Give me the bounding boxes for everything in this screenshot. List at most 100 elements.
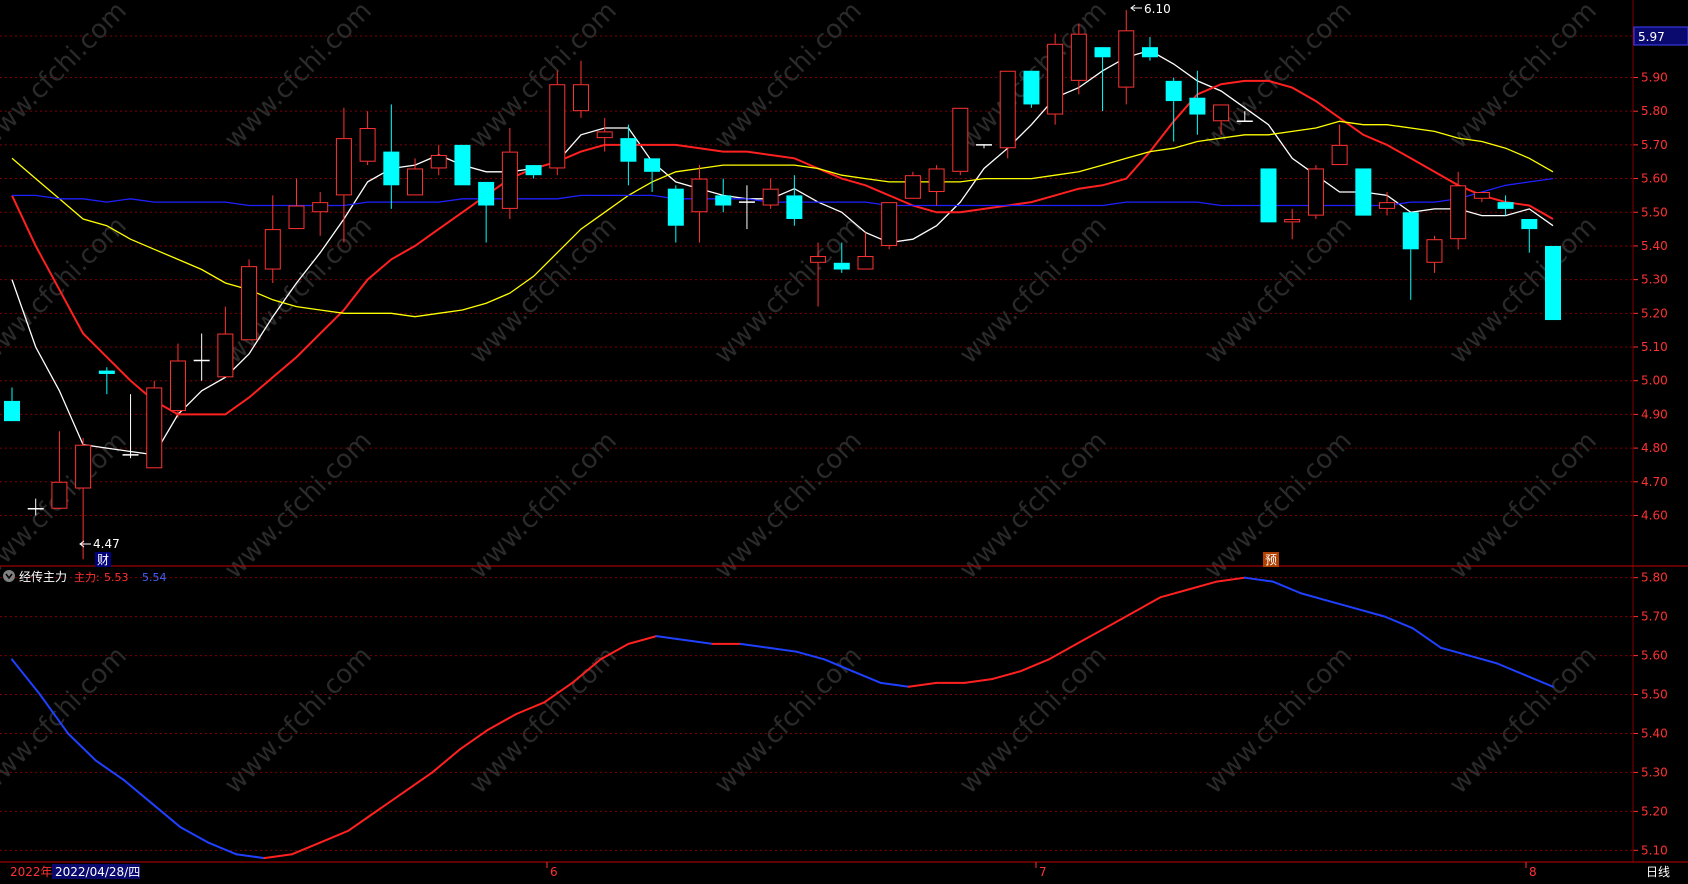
candle [217, 306, 234, 378]
candle [1094, 47, 1111, 112]
candle-body [1023, 70, 1040, 105]
candle [146, 380, 163, 469]
indicator-segment [1299, 592, 1330, 603]
period-button[interactable]: 日线 [1646, 865, 1670, 879]
candle-body [1473, 192, 1490, 199]
indicator-segment [1271, 580, 1302, 595]
candle-body [241, 266, 258, 341]
year-label: 2022年 [10, 865, 53, 879]
indicator-segment [1243, 576, 1274, 583]
main-force-label: 主力: [74, 571, 100, 584]
candle-body [169, 360, 186, 412]
watermark-text: www.cfchi.com [954, 641, 1113, 800]
candle-body [762, 188, 779, 206]
watermark-text: www.cfchi.com [1444, 0, 1603, 155]
candle-body [312, 202, 329, 213]
indicator-segment [739, 642, 770, 649]
indicator-axis-label: 5.40 [1641, 726, 1668, 740]
indicator-segment [179, 825, 210, 844]
candle [454, 144, 471, 186]
candle [1189, 70, 1206, 135]
price-axis-label: 5.70 [1641, 138, 1668, 152]
candle [1023, 70, 1040, 108]
watermark-text: www.cfchi.com [709, 211, 868, 370]
candle-body [620, 138, 637, 162]
forecast-marker[interactable]: 预 [1263, 552, 1279, 567]
indicator-segment [319, 829, 350, 844]
indicator-segment [487, 713, 518, 731]
candle-body [98, 370, 115, 374]
indicator-segment [263, 853, 294, 860]
indicator-segment [767, 646, 798, 653]
indicator-axis-label: 5.60 [1641, 649, 1668, 663]
candle [881, 202, 898, 250]
price-axis-labels: 5.90 5.80 5.70 5.60 5.50 5.40 5.30 5.20 5.10 5.00… [1641, 70, 1668, 522]
high-price-label: 6.10 [1144, 2, 1171, 16]
indicator-axis-label: 5.50 [1641, 688, 1668, 702]
collapse-icon[interactable] [3, 570, 15, 582]
indicator-segment [851, 670, 882, 684]
candle-body [833, 262, 850, 270]
kline-chart[interactable]: www.cfchi.com www.cfchi.com www.cfchi.com w… [0, 0, 1688, 880]
candle-body [454, 144, 471, 186]
finance-marker-label: 财 [97, 553, 109, 567]
chart-stage: www.cfchi.com www.cfchi.com www.cfchi.com w… [0, 0, 1688, 880]
low-price-label: 4.47 [93, 537, 120, 551]
month-label-6: 6 [550, 865, 558, 879]
watermark-text: www.cfchi.com [219, 0, 378, 155]
candle-body [359, 128, 376, 162]
candle [4, 387, 20, 422]
indicator-axis-label: 5.80 [1641, 571, 1668, 585]
candle [1331, 124, 1348, 166]
indicator-segment [67, 732, 98, 762]
candle [738, 185, 755, 230]
watermark-text: www.cfchi.com [954, 426, 1113, 585]
high-annotation: 6.10 [1130, 2, 1171, 16]
candle [1450, 171, 1467, 250]
candle-body [501, 151, 518, 209]
indicator-segment [291, 841, 322, 856]
candle [549, 70, 566, 176]
price-axis-label: 5.80 [1641, 104, 1668, 118]
candle [1118, 10, 1135, 105]
indicator-segment [403, 771, 434, 793]
candle-body [430, 154, 447, 169]
candle-body [1426, 239, 1443, 263]
indicator-segment [431, 748, 462, 774]
candle [1141, 37, 1158, 61]
indicator-segment [907, 681, 938, 688]
indicator-segment [235, 853, 266, 860]
price-axis-label: 5.60 [1641, 172, 1668, 186]
indicator-legend[interactable]: 经传主力 主力: 5.53 5.54 [3, 569, 167, 584]
price-axis-label: 5.00 [1641, 374, 1668, 388]
watermark-text: www.cfchi.com [709, 641, 868, 800]
indicator-segment [1467, 654, 1498, 665]
candle [407, 158, 424, 196]
watermark-text: www.cfchi.com [1199, 0, 1358, 155]
candle-body [335, 138, 352, 196]
candle [644, 158, 661, 193]
candle-body [715, 195, 732, 206]
watermark-text: www.cfchi.com [464, 211, 623, 370]
candle-body [691, 178, 708, 213]
candle-body [1070, 33, 1087, 81]
indicator-axis-labels: 5.80 5.70 5.60 5.50 5.40 5.30 5.20 5.10 [1641, 571, 1668, 858]
candle [288, 178, 305, 230]
finance-marker[interactable]: 财 [95, 552, 111, 567]
candle-body [1521, 218, 1538, 230]
candle-body [1307, 168, 1324, 216]
month-label-8: 8 [1529, 865, 1537, 879]
candle [762, 178, 779, 209]
candle-body [572, 84, 589, 112]
indicator-segment [1019, 658, 1050, 673]
watermark-text: www.cfchi.com [0, 211, 133, 370]
candle [691, 165, 708, 243]
candle-body [1165, 80, 1182, 102]
price-axis-label: 5.90 [1641, 70, 1668, 84]
candle [1402, 212, 1419, 300]
candle [1521, 218, 1538, 253]
watermark-text: www.cfchi.com [219, 641, 378, 800]
candle-body [857, 256, 874, 270]
watermark-text: www.cfchi.com [709, 426, 868, 585]
candle-body [75, 444, 92, 489]
